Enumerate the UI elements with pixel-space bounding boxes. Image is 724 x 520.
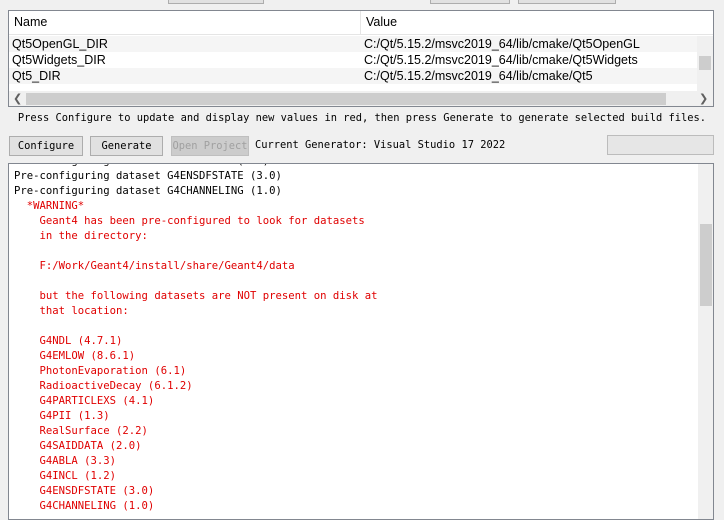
log-line: G4PII (1.3) bbox=[14, 410, 110, 422]
table-row[interactable]: Qt5OpenGL_DIR C:/Qt/5.15.2/msvc2019_64/l… bbox=[9, 36, 697, 52]
chevron-left-icon[interactable]: ❮ bbox=[13, 91, 22, 106]
log-line: G4ENSDFSTATE (3.0) bbox=[14, 485, 155, 497]
chevron-right-icon[interactable]: ❯ bbox=[699, 91, 708, 106]
log-line: in the directory: bbox=[14, 230, 148, 242]
log-line: G4CHANNELING (1.0) bbox=[14, 500, 155, 512]
output-log[interactable]: Pre-configuring dataset G4SAIDDATA (2.0)… bbox=[8, 163, 714, 520]
configure-button[interactable]: Configure bbox=[9, 136, 83, 156]
log-line: G4INCL (1.2) bbox=[14, 470, 117, 482]
log-line: Pre-configuring dataset G4ENSDFSTATE (3.… bbox=[14, 170, 282, 182]
log-line: G4SAIDDATA (2.0) bbox=[14, 440, 142, 452]
generate-button[interactable]: Generate bbox=[90, 136, 163, 156]
log-line: *WARNING* bbox=[14, 200, 85, 212]
log-vertical-scrollbar[interactable] bbox=[698, 164, 713, 519]
log-line: that location: bbox=[14, 305, 129, 317]
log-line: Pre-configuring dataset G4CHANNELING (1.… bbox=[14, 185, 282, 197]
table-horizontal-scrollbar[interactable]: ❮ ❯ bbox=[9, 91, 713, 106]
log-vertical-scroll-thumb[interactable] bbox=[700, 224, 712, 306]
cache-table[interactable]: Name Value Qt5OpenGL_DIR C:/Qt/5.15.2/ms… bbox=[8, 10, 714, 107]
log-line: RealSurface (2.2) bbox=[14, 425, 148, 437]
top-button-partial-right[interactable] bbox=[518, 0, 616, 4]
row-name: Qt5Widgets_DIR bbox=[12, 53, 106, 67]
open-project-button[interactable]: Open Project bbox=[171, 136, 249, 156]
row-value: C:/Qt/5.15.2/msvc2019_64/lib/cmake/Qt5Op… bbox=[364, 37, 640, 51]
configure-hint-text: Press Configure to update and display ne… bbox=[17, 112, 707, 124]
log-line: F:/Work/Geant4/install/share/Geant4/data bbox=[14, 260, 295, 272]
log-line: G4PARTICLEXS (4.1) bbox=[14, 395, 155, 407]
top-button-partial-left[interactable] bbox=[168, 0, 264, 4]
current-generator-label: Current Generator: Visual Studio 17 2022 bbox=[255, 139, 506, 151]
row-name: Qt5_DIR bbox=[12, 69, 61, 83]
table-horizontal-scroll-thumb[interactable] bbox=[26, 93, 666, 105]
progress-bar bbox=[607, 135, 714, 155]
row-value: C:/Qt/5.15.2/msvc2019_64/lib/cmake/Qt5Wi… bbox=[364, 53, 638, 67]
log-line: PhotonEvaporation (6.1) bbox=[14, 365, 187, 377]
column-header-name[interactable]: Name bbox=[9, 11, 361, 35]
table-row[interactable]: Qt5Widgets_DIR C:/Qt/5.15.2/msvc2019_64/… bbox=[9, 52, 697, 68]
log-line: G4NDL (4.7.1) bbox=[14, 335, 123, 347]
log-line: G4ABLA (3.3) bbox=[14, 455, 117, 467]
top-button-partial-middle[interactable] bbox=[430, 0, 510, 4]
table-row[interactable]: Qt5_DIR C:/Qt/5.15.2/msvc2019_64/lib/cma… bbox=[9, 68, 697, 84]
log-line: Geant4 has been pre-configured to look f… bbox=[14, 215, 365, 227]
log-line: G4EMLOW (8.6.1) bbox=[14, 350, 136, 362]
table-vertical-scroll-thumb[interactable] bbox=[699, 56, 711, 70]
log-line: RadioactiveDecay (6.1.2) bbox=[14, 380, 193, 392]
column-header-value[interactable]: Value bbox=[361, 11, 713, 35]
table-vertical-scrollbar[interactable] bbox=[697, 36, 713, 91]
row-value: C:/Qt/5.15.2/msvc2019_64/lib/cmake/Qt5 bbox=[364, 69, 593, 83]
log-lines: Pre-configuring dataset G4SAIDDATA (2.0)… bbox=[14, 164, 694, 514]
log-line: but the following datasets are NOT prese… bbox=[14, 290, 378, 302]
table-header: Name Value bbox=[9, 11, 713, 35]
row-name: Qt5OpenGL_DIR bbox=[12, 37, 108, 51]
